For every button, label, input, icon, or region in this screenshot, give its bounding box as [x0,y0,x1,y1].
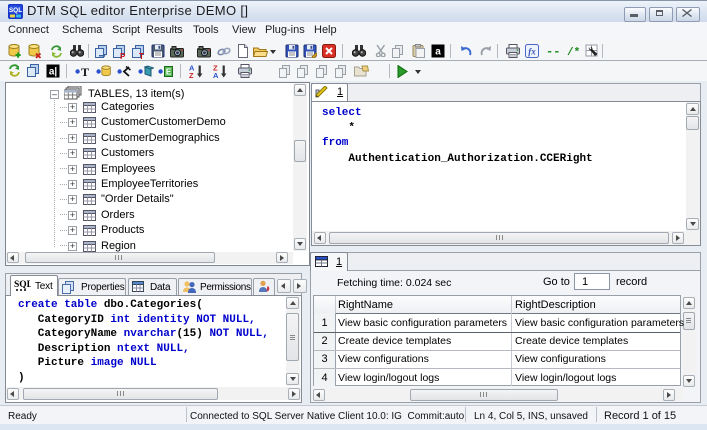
svg-text:P: P [120,52,126,59]
svg-text:Z: Z [189,71,194,79]
svg-text:SQL: SQL [9,7,22,14]
svg-text:a: a [435,47,441,58]
svg-text:a|: a| [49,67,58,78]
svg-text:T: T [139,52,144,59]
svg-text:SQL: SQL [14,280,31,290]
svg-text:A: A [213,71,219,79]
svg-text:fx: fx [528,47,536,57]
svg-text:E: E [166,68,172,77]
svg-text:T: T [81,65,89,79]
svg-text:--: -- [546,45,559,58]
svg-text:/*: /* [567,47,580,58]
